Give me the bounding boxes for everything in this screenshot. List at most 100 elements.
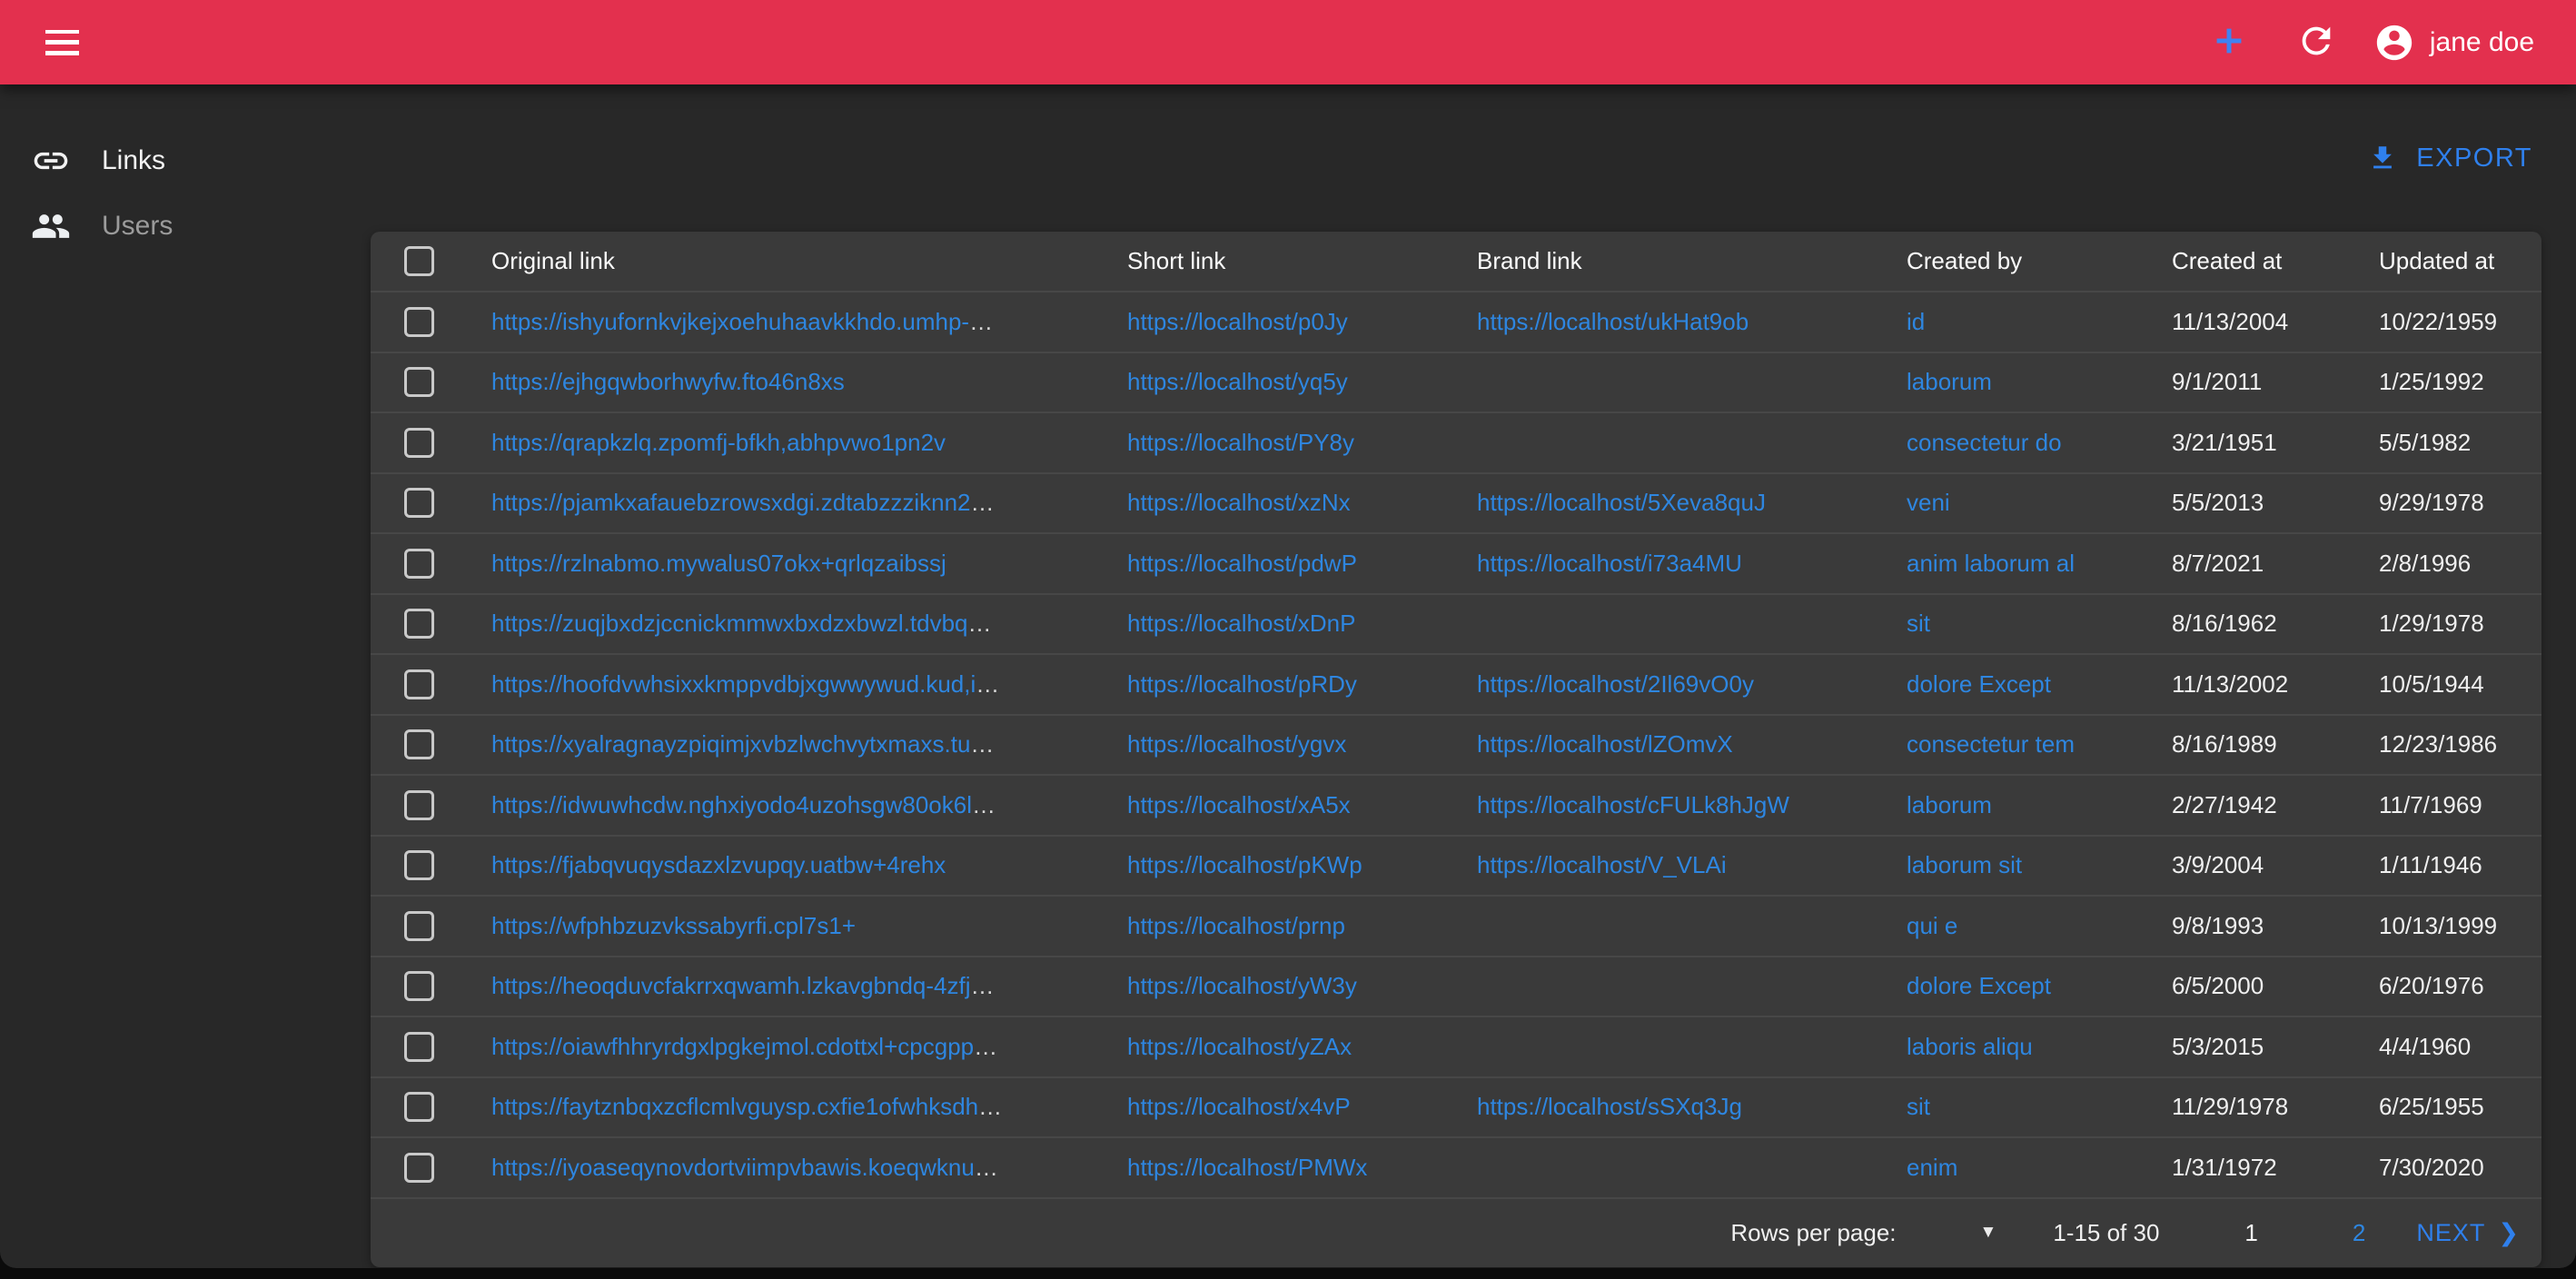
original-link[interactable]: https://idwuwhcdw.nghxiyodo4uzohsgw80ok6… — [491, 791, 996, 818]
original-link[interactable]: https://wfphbzuzvkssabyrfi.cpl7s1+ — [491, 912, 856, 939]
row-checkbox[interactable] — [404, 669, 434, 699]
table-row: https://ishyufornkvjkejxoehuhaavkkhdo.um… — [371, 292, 2541, 353]
original-link[interactable]: https://ejhgqwborhwyfw.fto46n8xs — [491, 368, 845, 395]
row-checkbox[interactable] — [404, 488, 434, 518]
sidebar-item-label: Links — [102, 145, 165, 176]
brand-link[interactable]: https://localhost/lZOmvX — [1477, 730, 1733, 758]
updated-at-cell: 10/22/1959 — [2379, 308, 2541, 336]
refresh-icon — [2295, 20, 2337, 64]
brand-link[interactable]: https://localhost/sSXq3Jg — [1477, 1093, 1742, 1120]
sidebar-item-links[interactable]: Links — [0, 128, 371, 193]
created-by-link[interactable]: dolore Except — [1907, 670, 2051, 698]
original-link[interactable]: https://faytznbqxzcflcmlvguysp.cxfie1ofw… — [491, 1093, 1002, 1120]
add-link-button[interactable] — [2208, 20, 2250, 64]
row-checkbox[interactable] — [404, 729, 434, 759]
updated-at-cell: 10/5/1944 — [2379, 670, 2541, 699]
row-checkbox[interactable] — [404, 367, 434, 397]
created-by-link[interactable]: laborum — [1907, 368, 1992, 395]
truncation-ellipsis: … — [978, 1093, 1002, 1120]
short-link[interactable]: https://localhost/prnp — [1127, 912, 1345, 939]
short-link[interactable]: https://localhost/PY8y — [1127, 429, 1354, 456]
short-link[interactable]: https://localhost/xDnP — [1127, 610, 1355, 637]
original-link[interactable]: https://oiawfhhryrdgxlpgkejmol.cdottxl+c… — [491, 1033, 997, 1060]
rows-per-page-select caret-down-icon[interactable]: ▼ — [1980, 1223, 1997, 1243]
row-checkbox[interactable] — [404, 1092, 434, 1122]
updated-at-cell: 7/30/2020 — [2379, 1154, 2541, 1182]
created-by-link[interactable]: sit — [1907, 610, 1930, 637]
page-button-1[interactable]: 1 — [2244, 1219, 2257, 1247]
truncation-ellipsis: … — [971, 972, 995, 999]
row-checkbox[interactable] — [404, 1032, 434, 1062]
updated-at-cell: 9/29/1978 — [2379, 489, 2541, 517]
short-link[interactable]: https://localhost/p0Jy — [1127, 308, 1348, 335]
updated-at-cell: 6/20/1976 — [2379, 972, 2541, 1000]
created-by-link[interactable]: qui e — [1907, 912, 1957, 939]
short-link[interactable]: https://localhost/PMWx — [1127, 1154, 1367, 1181]
short-link[interactable]: https://localhost/x4vP — [1127, 1093, 1351, 1120]
short-link[interactable]: https://localhost/xA5x — [1127, 791, 1351, 818]
brand-link[interactable]: https://localhost/2Il69vO0y — [1477, 670, 1754, 698]
row-checkbox[interactable] — [404, 1153, 434, 1183]
next-page-button[interactable]: NEXT ❯ — [2416, 1219, 2520, 1247]
row-checkbox[interactable] — [404, 850, 434, 880]
brand-link[interactable]: https://localhost/cFULk8hJgW — [1477, 791, 1789, 818]
page-button-2[interactable]: 2 — [2353, 1219, 2365, 1247]
brand-link[interactable]: https://localhost/5Xeva8quJ — [1477, 489, 1766, 516]
original-link[interactable]: https://qrapkzlq.zpomfj-bfkh,abhpvwo1pn2… — [491, 429, 946, 456]
created-by-link[interactable]: consectetur tem — [1907, 730, 2075, 758]
row-checkbox[interactable] — [404, 307, 434, 337]
short-link[interactable]: https://localhost/xzNx — [1127, 489, 1351, 516]
created-by-link[interactable]: anim laborum al — [1907, 550, 2075, 577]
brand-link[interactable]: https://localhost/ukHat9ob — [1477, 308, 1749, 335]
user-menu[interactable]: jane doe — [2373, 22, 2534, 64]
updated-at-cell: 5/5/1982 — [2379, 429, 2541, 457]
created-by-link[interactable]: sit — [1907, 1093, 1930, 1120]
short-link[interactable]: https://localhost/pRDy — [1127, 670, 1357, 698]
created-by-link[interactable]: id — [1907, 308, 1925, 335]
refresh-button[interactable] — [2295, 20, 2337, 64]
original-link[interactable]: https://pjamkxafauebzrowsxdgi.zdtabzzzik… — [491, 489, 995, 516]
created-by-link[interactable]: veni — [1907, 489, 1950, 516]
row-checkbox[interactable] — [404, 428, 434, 458]
original-link[interactable]: https://iyoaseqynovdortviimpvbawis.koeqw… — [491, 1154, 998, 1181]
table-row: https://qrapkzlq.zpomfj-bfkh,abhpvwo1pn2… — [371, 413, 2541, 474]
plus-icon — [2208, 20, 2250, 64]
created-by-link[interactable]: consectetur do — [1907, 429, 2062, 456]
original-link[interactable]: https://heoqduvcfakrrxqwamh.lzkavgbndq-4… — [491, 972, 995, 999]
row-checkbox[interactable] — [404, 911, 434, 941]
original-link[interactable]: https://fjabqvuqysdazxlzvupqy.uatbw+4reh… — [491, 851, 946, 878]
row-checkbox[interactable] — [404, 971, 434, 1001]
short-link[interactable]: https://localhost/pKWp — [1127, 851, 1362, 878]
brand-link[interactable]: https://localhost/i73a4MU — [1477, 550, 1742, 577]
brand-link[interactable]: https://localhost/V_VLAi — [1477, 851, 1727, 878]
select-all-checkbox[interactable] — [404, 246, 434, 276]
table-row: https://ejhgqwborhwyfw.fto46n8xs https:/… — [371, 353, 2541, 414]
created-by-link[interactable]: laboris aliqu — [1907, 1033, 2033, 1060]
original-link[interactable]: https://hoofdvwhsixxkmppvdbjxgwwywud.kud… — [491, 670, 999, 698]
original-link[interactable]: https://rzlnabmo.mywalus07okx+qrlqzaibss… — [491, 550, 946, 577]
truncation-ellipsis: … — [975, 1154, 998, 1181]
short-link[interactable]: https://localhost/ygvx — [1127, 730, 1346, 758]
original-link[interactable]: https://ishyufornkvjkejxoehuhaavkkhdo.um… — [491, 308, 993, 335]
created-by-link[interactable]: laborum sit — [1907, 851, 2022, 878]
created-by-link[interactable]: laborum — [1907, 791, 1992, 818]
export-button[interactable]: EXPORT — [2367, 143, 2532, 174]
row-checkbox[interactable] — [404, 549, 434, 579]
original-link[interactable]: https://zuqjbxdzjccnickmmwxbxdzxbwzl.tdv… — [491, 610, 992, 637]
row-checkbox[interactable] — [404, 609, 434, 639]
short-link[interactable]: https://localhost/yW3y — [1127, 972, 1357, 999]
table-row: https://rzlnabmo.mywalus07okx+qrlqzaibss… — [371, 534, 2541, 595]
original-link[interactable]: https://xyalragnayzpiqimjxvbzlwchvytxmax… — [491, 730, 994, 758]
table-row: https://idwuwhcdw.nghxiyodo4uzohsgw80ok6… — [371, 776, 2541, 837]
column-header-short-link: Short link — [1127, 247, 1477, 275]
updated-at-cell: 4/4/1960 — [2379, 1033, 2541, 1061]
rows-per-page-label: Rows per page: — [1730, 1219, 1896, 1247]
menu-button[interactable] — [42, 27, 82, 58]
short-link[interactable]: https://localhost/yZAx — [1127, 1033, 1352, 1060]
sidebar-item-users[interactable]: Users — [0, 193, 371, 259]
short-link[interactable]: https://localhost/pdwP — [1127, 550, 1357, 577]
row-checkbox[interactable] — [404, 790, 434, 820]
short-link[interactable]: https://localhost/yq5y — [1127, 368, 1348, 395]
created-by-link[interactable]: dolore Except — [1907, 972, 2051, 999]
created-by-link[interactable]: enim — [1907, 1154, 1957, 1181]
